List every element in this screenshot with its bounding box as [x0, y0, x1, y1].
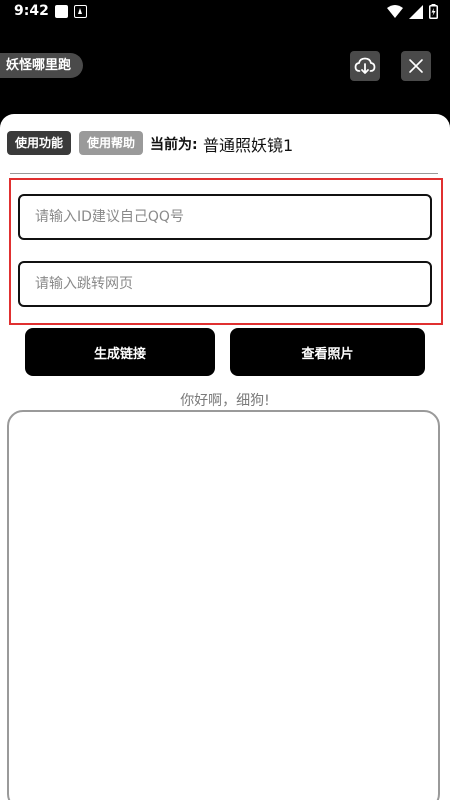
greeting-text: 你好啊，细狗! [180, 393, 270, 409]
cloud-download-icon [354, 57, 376, 74]
id-input[interactable] [18, 194, 432, 240]
app-title: 妖怪哪里跑 [0, 53, 84, 78]
status-time: 9:42 [14, 3, 49, 19]
current-mode-value: 普通照妖镜1 [203, 136, 294, 155]
output-area[interactable] [7, 410, 440, 800]
status-bar: 9:42 [0, 0, 450, 24]
signal-icon [409, 4, 423, 19]
current-mode-label: 当前为: [150, 137, 198, 153]
close-button[interactable] [401, 51, 431, 81]
battery-icon [429, 4, 438, 19]
close-icon [409, 59, 423, 73]
cloud-download-button[interactable] [350, 51, 380, 81]
status-icons [387, 4, 438, 19]
main-sheet: 使用功能 使用帮助 当前为: 普通照妖镜1 生成链接 查看照片 你好啊，细狗! [0, 114, 450, 800]
font-notification-icon [74, 5, 87, 18]
tab-use-function[interactable]: 使用功能 [7, 131, 72, 155]
tab-use-help[interactable]: 使用帮助 [79, 131, 144, 155]
input-group [9, 178, 443, 325]
redirect-url-input[interactable] [18, 261, 432, 307]
image-notification-icon [55, 5, 68, 18]
divider [10, 173, 438, 174]
app-header: 妖怪哪里跑 [0, 24, 450, 114]
tabs-row: 使用功能 使用帮助 当前为: 普通照妖镜1 [0, 128, 450, 158]
view-photos-button[interactable]: 查看照片 [230, 328, 425, 376]
generate-link-button[interactable]: 生成链接 [25, 328, 215, 376]
wifi-icon [387, 4, 403, 18]
